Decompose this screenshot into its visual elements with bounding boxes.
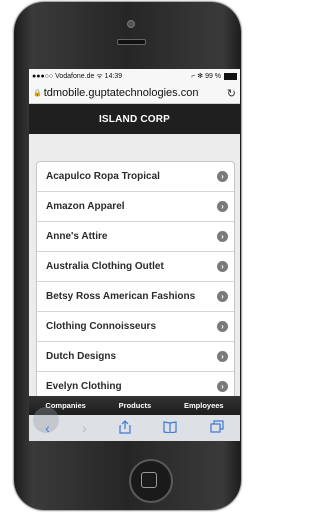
status-left: ●●●○○ Vodafone.de ᯤ 14:39	[32, 72, 123, 80]
list-item[interactable]: Anne's Attire ›	[37, 222, 234, 252]
list-item[interactable]: Acapulco Ropa Tropical ›	[37, 162, 234, 192]
url-text[interactable]: tdmobile.guptatechnologies.con	[44, 87, 225, 99]
status-bar: ●●●○○ Vodafone.de ᯤ 14:39 ⌐ ✻ 99 %	[29, 69, 240, 83]
tab-employees[interactable]: Employees	[184, 401, 224, 410]
phone-screen: ●●●○○ Vodafone.de ᯤ 14:39 ⌐ ✻ 99 % 🔒 tdm…	[29, 69, 240, 441]
list-item[interactable]: Clothing Connoisseurs ›	[37, 312, 234, 342]
back-icon[interactable]: ‹	[45, 420, 50, 436]
home-button-icon	[141, 472, 157, 488]
company-list: Acapulco Ropa Tropical › Amazon Apparel …	[36, 161, 235, 402]
chevron-right-icon: ›	[217, 351, 228, 362]
bookmarks-icon[interactable]	[163, 420, 178, 436]
list-item-label: Clothing Connoisseurs	[46, 321, 156, 332]
status-right: ⌐ ✻ 99 %	[191, 72, 237, 80]
front-camera	[127, 20, 135, 28]
list-item-label: Australia Clothing Outlet	[46, 261, 164, 272]
chevron-right-icon: ›	[217, 261, 228, 272]
chevron-right-icon: ›	[217, 321, 228, 332]
battery-icon	[224, 72, 237, 80]
address-bar[interactable]: 🔒 tdmobile.guptatechnologies.con ↻	[29, 83, 240, 104]
chevron-right-icon: ›	[217, 291, 228, 302]
browser-toolbar: ‹ ›	[29, 407, 240, 441]
share-icon[interactable]	[119, 419, 131, 437]
chevron-right-icon: ›	[217, 201, 228, 212]
status-right-text: ⌐ ✻ 99 %	[191, 73, 222, 80]
list-item-label: Evelyn Clothing	[46, 381, 122, 392]
list-item[interactable]: Australia Clothing Outlet ›	[37, 252, 234, 282]
reload-icon[interactable]: ↻	[227, 87, 236, 100]
forward-icon[interactable]: ›	[82, 420, 87, 436]
page-title-bar: ISLAND CORP	[29, 104, 240, 134]
page-title: ISLAND CORP	[98, 113, 171, 125]
list-item-label: Anne's Attire	[46, 231, 108, 242]
list-item[interactable]: Amazon Apparel ›	[37, 192, 234, 222]
lock-icon: 🔒	[33, 90, 42, 97]
chevron-right-icon: ›	[217, 381, 228, 392]
chevron-right-icon: ›	[217, 171, 228, 182]
list-item-label: Dutch Designs	[46, 351, 117, 362]
tabs-icon[interactable]	[210, 420, 224, 436]
list-item[interactable]: Dutch Designs ›	[37, 342, 234, 372]
list-item[interactable]: Betsy Ross American Fashions ›	[37, 282, 234, 312]
tab-products[interactable]: Products	[119, 401, 152, 410]
earpiece-speaker	[117, 39, 146, 45]
list-item-label: Betsy Ross American Fashions	[46, 291, 196, 302]
chevron-right-icon: ›	[217, 231, 228, 242]
bottom-tab-bar: Companies Products Employees	[29, 396, 240, 415]
list-item-label: Acapulco Ropa Tropical	[46, 171, 160, 182]
list-item-label: Amazon Apparel	[46, 201, 125, 212]
